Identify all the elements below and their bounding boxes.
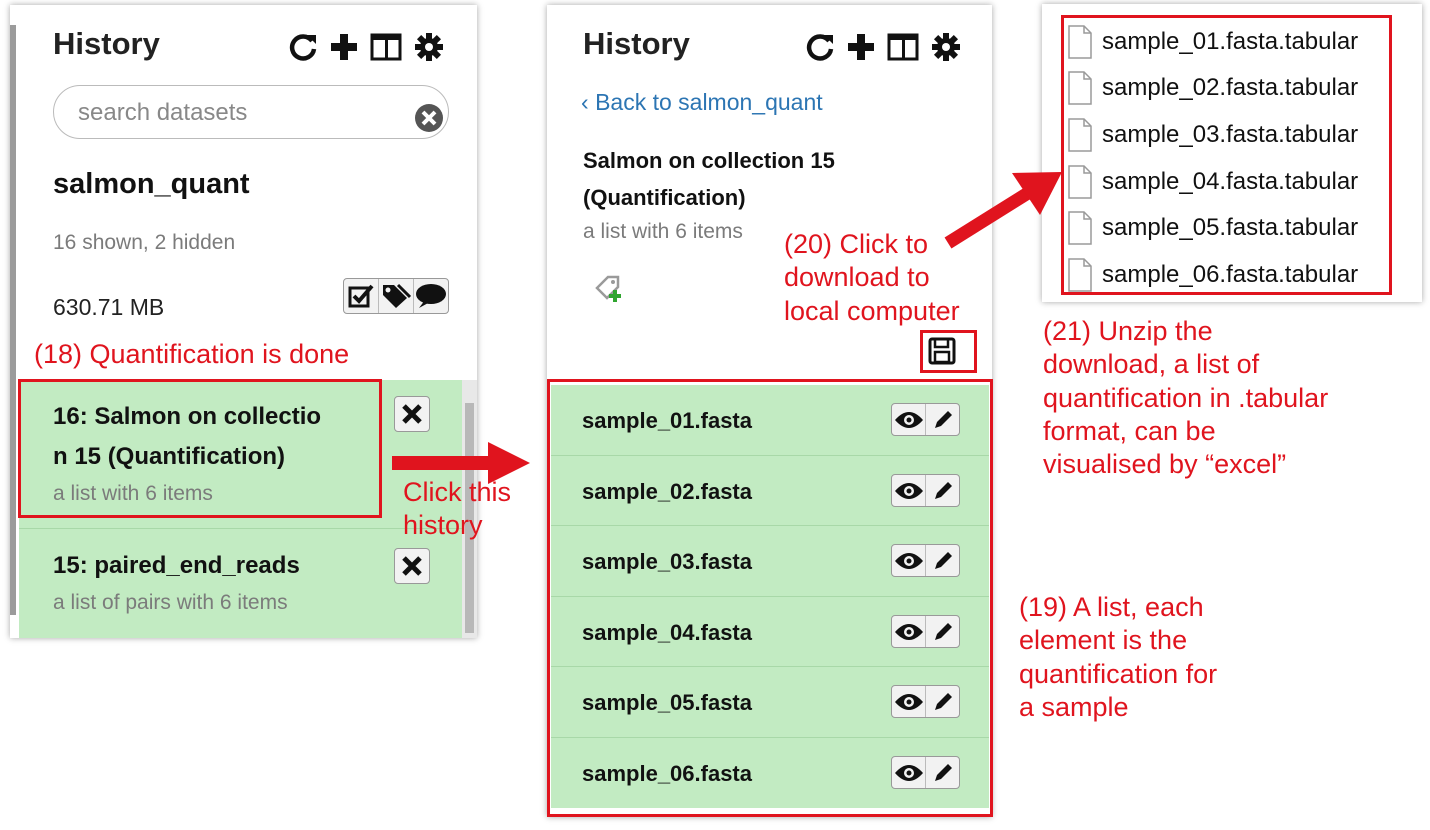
history-name: salmon_quant xyxy=(53,168,250,200)
annotation-21-line1: (21) Unzip the xyxy=(1043,316,1213,346)
annotation-21-line3: quantification in .tabular xyxy=(1043,383,1329,413)
arrow-diagonal-annotation xyxy=(944,172,1062,249)
highlight-save-button xyxy=(920,330,977,373)
check-square-icon[interactable] xyxy=(344,279,379,313)
refresh-icon[interactable] xyxy=(288,32,318,62)
left-scrollbar[interactable] xyxy=(10,25,16,615)
plus-icon[interactable] xyxy=(847,32,875,62)
history-size: 630.71 MB xyxy=(53,294,165,320)
delete-item-15-button[interactable] xyxy=(394,548,430,584)
annotation-click-line2: history xyxy=(403,510,483,540)
comment-icon[interactable] xyxy=(414,279,448,313)
back-link[interactable]: ‹ Back to salmon_quant xyxy=(581,89,823,116)
refresh-icon[interactable] xyxy=(805,32,835,62)
annotation-19-line3: quantification for xyxy=(1019,659,1218,689)
annotation-19-line2: element is the xyxy=(1019,625,1188,655)
history-title: History xyxy=(583,26,690,61)
delete-item-16-button[interactable] xyxy=(394,396,430,432)
gear-icon[interactable] xyxy=(931,32,961,62)
annotation-21-line2: download, a list of xyxy=(1043,349,1260,379)
annotation-20-line1: (20) Click to xyxy=(784,229,929,259)
highlight-collection-list xyxy=(547,379,993,817)
annotation-19-line1: (19) A list, each xyxy=(1019,592,1204,622)
plus-icon[interactable] xyxy=(330,32,358,62)
history-toolbar xyxy=(805,32,961,62)
gear-icon[interactable] xyxy=(414,32,444,62)
annotation-20-line2: download to xyxy=(784,262,930,292)
highlight-history-item xyxy=(18,379,382,518)
history-shown-hidden[interactable]: 16 shown, 2 hidden xyxy=(53,231,235,255)
history-toolbar xyxy=(288,32,444,62)
history-title: History xyxy=(53,26,160,61)
collection-subtitle: a list with 6 items xyxy=(583,220,743,243)
history-action-buttons xyxy=(343,278,449,314)
annotation-18: (18) Quantification is done xyxy=(34,339,350,369)
columns-icon[interactable] xyxy=(887,32,919,62)
history-panel-main: History search datasets salmon_quant 16 … xyxy=(10,5,477,638)
search-input[interactable] xyxy=(76,94,400,132)
annotation-21-line4: format, can be xyxy=(1043,416,1216,446)
collection-title: Salmon on collection 15 (Quantification) xyxy=(583,148,835,210)
highlight-file-list xyxy=(1061,15,1392,295)
columns-icon[interactable] xyxy=(370,32,402,62)
annotation-20-line3: local computer xyxy=(784,296,960,326)
tags-icon[interactable] xyxy=(379,279,414,313)
item-15-subtitle: a list of pairs with 6 items xyxy=(53,591,288,614)
annotation-21-line5: visualised by “excel” xyxy=(1043,449,1287,479)
close-icon xyxy=(402,404,422,424)
back-link-label: Back to salmon_quant xyxy=(595,89,823,115)
chevron-left-icon: ‹ xyxy=(581,89,589,115)
annotation-19-line4: a sample xyxy=(1019,692,1129,722)
item-15-title[interactable]: 15: paired_end_reads xyxy=(53,552,300,580)
annotation-click-line1: Click this xyxy=(403,477,512,507)
search-box xyxy=(53,85,449,139)
close-icon xyxy=(402,556,422,576)
tag-add-icon[interactable] xyxy=(594,273,624,303)
clear-search-icon[interactable] xyxy=(414,103,444,133)
